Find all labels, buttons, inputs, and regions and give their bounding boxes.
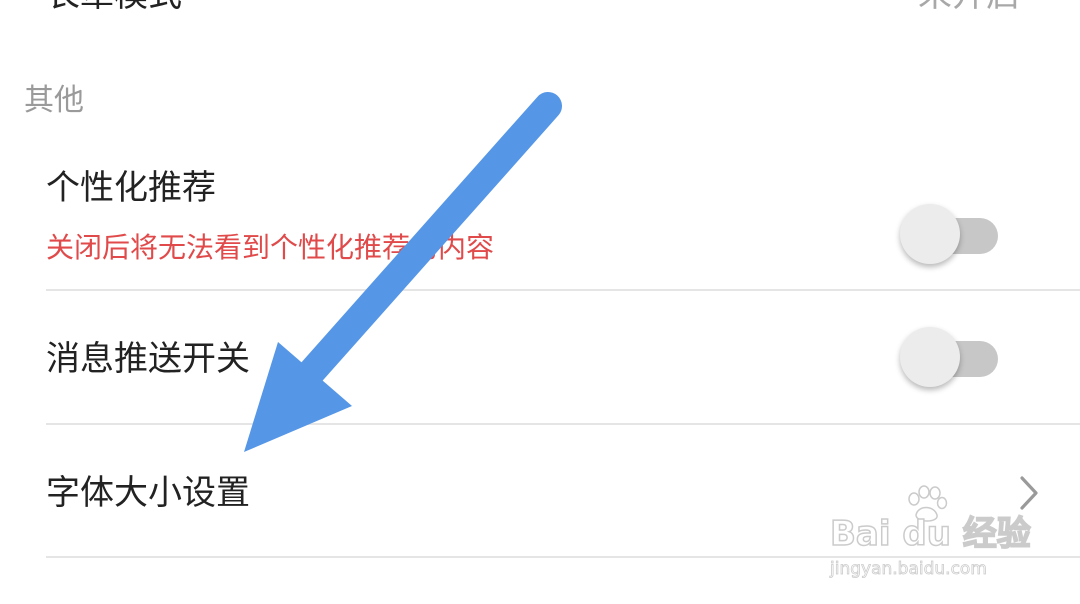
elder-mode-value: 未开启 [918,0,1020,12]
elder-mode-label: 长辈模式 [46,0,182,12]
personalized-recommendation-subtitle: 关闭后将无法看到个性化推荐的内容 [46,231,495,264]
elder-mode-row[interactable]: 长辈模式 未开启 [0,0,1080,22]
personalized-recommendation-title: 个性化推荐 [46,168,216,208]
watermark-url: jingyan.baidu.com [830,559,988,580]
toggle-knob [900,204,960,264]
section-header-other: 其他 [24,83,84,118]
personalized-recommendation-row: 个性化推荐 关闭后将无法看到个性化推荐的内容 [0,160,1080,292]
font-size-setting-title: 字体大小设置 [46,473,250,513]
baidu-jingyan-watermark: Bai du 经验 jingyan.baidu.com [826,485,1036,585]
message-push-title: 消息推送开关 [46,339,250,379]
toggle-knob [900,327,960,387]
watermark-logo: Bai du 经验 [829,514,1031,554]
personalized-recommendation-toggle[interactable] [900,202,1000,266]
message-push-toggle[interactable] [900,325,1000,389]
message-push-row: 消息推送开关 [0,291,1080,423]
